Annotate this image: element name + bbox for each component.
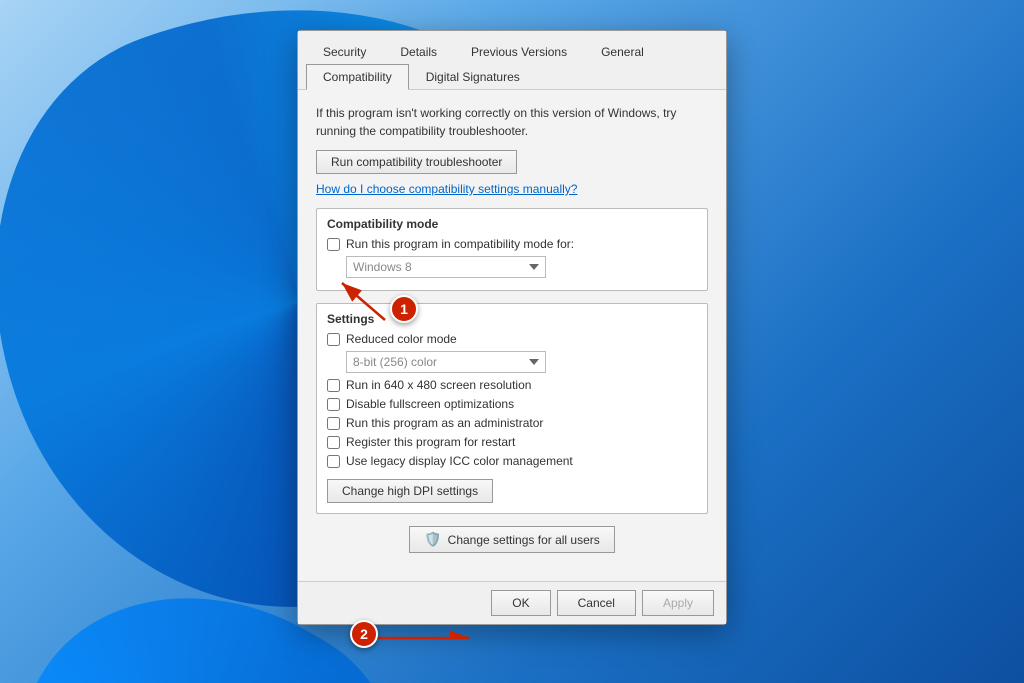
register-restart-label: Register this program for restart bbox=[346, 435, 515, 449]
administrator-label: Run this program as an administrator bbox=[346, 416, 543, 430]
apply-button[interactable]: Apply bbox=[642, 590, 714, 616]
dialog-footer: OK Cancel Apply bbox=[298, 581, 726, 624]
all-users-button[interactable]: 🛡️ Change settings for all users bbox=[409, 526, 615, 553]
disable-fullscreen-checkbox[interactable] bbox=[327, 398, 340, 411]
tab-bar: Security Details Previous Versions Gener… bbox=[298, 31, 726, 90]
os-dropdown-row: Windows 8Windows 7Windows VistaWindows X… bbox=[346, 256, 697, 278]
os-version-dropdown[interactable]: Windows 8Windows 7Windows VistaWindows X… bbox=[346, 256, 546, 278]
intro-text: If this program isn't working correctly … bbox=[316, 104, 708, 140]
icc-row: Use legacy display ICC color management bbox=[327, 454, 697, 468]
disable-fullscreen-row: Disable fullscreen optimizations bbox=[327, 397, 697, 411]
settings-title: Settings bbox=[327, 312, 697, 326]
tab-previous-versions[interactable]: Previous Versions bbox=[454, 39, 584, 64]
disable-fullscreen-label: Disable fullscreen optimizations bbox=[346, 397, 514, 411]
tab-compatibility[interactable]: Compatibility bbox=[306, 64, 409, 90]
tab-security[interactable]: Security bbox=[306, 39, 383, 64]
compatibility-mode-row: Run this program in compatibility mode f… bbox=[327, 237, 697, 251]
resolution-row: Run in 640 x 480 screen resolution bbox=[327, 378, 697, 392]
manual-settings-link[interactable]: How do I choose compatibility settings m… bbox=[316, 182, 708, 196]
tab-digital-signatures[interactable]: Digital Signatures bbox=[409, 64, 537, 89]
reduced-color-label: Reduced color mode bbox=[346, 332, 457, 346]
color-dropdown-row: 8-bit (256) color16-bit color bbox=[346, 351, 697, 373]
compatibility-mode-label: Run this program in compatibility mode f… bbox=[346, 237, 574, 251]
shield-icon: 🛡️ bbox=[424, 531, 441, 548]
resolution-label: Run in 640 x 480 screen resolution bbox=[346, 378, 531, 392]
properties-dialog: Security Details Previous Versions Gener… bbox=[297, 30, 727, 625]
compatibility-mode-checkbox[interactable] bbox=[327, 238, 340, 251]
settings-section: Settings Reduced color mode 8-bit (256) … bbox=[316, 303, 708, 514]
compatibility-mode-title: Compatibility mode bbox=[327, 217, 697, 231]
tab-general[interactable]: General bbox=[584, 39, 661, 64]
color-mode-dropdown[interactable]: 8-bit (256) color16-bit color bbox=[346, 351, 546, 373]
register-restart-checkbox[interactable] bbox=[327, 436, 340, 449]
run-troubleshooter-button[interactable]: Run compatibility troubleshooter bbox=[316, 150, 517, 174]
reduced-color-row: Reduced color mode bbox=[327, 332, 697, 346]
dialog-body: If this program isn't working correctly … bbox=[298, 90, 726, 581]
annotation-2: 2 bbox=[350, 620, 378, 648]
all-users-label: Change settings for all users bbox=[448, 533, 600, 547]
administrator-row: Run this program as an administrator bbox=[327, 416, 697, 430]
administrator-checkbox[interactable] bbox=[327, 417, 340, 430]
annotation-1: 1 bbox=[390, 295, 418, 323]
ok-button[interactable]: OK bbox=[491, 590, 550, 616]
change-dpi-button[interactable]: Change high DPI settings bbox=[327, 479, 493, 503]
tab-details[interactable]: Details bbox=[383, 39, 454, 64]
resolution-checkbox[interactable] bbox=[327, 379, 340, 392]
reduced-color-checkbox[interactable] bbox=[327, 333, 340, 346]
compatibility-mode-section: Compatibility mode Run this program in c… bbox=[316, 208, 708, 291]
icc-label: Use legacy display ICC color management bbox=[346, 454, 573, 468]
icc-checkbox[interactable] bbox=[327, 455, 340, 468]
cancel-button[interactable]: Cancel bbox=[557, 590, 636, 616]
register-restart-row: Register this program for restart bbox=[327, 435, 697, 449]
